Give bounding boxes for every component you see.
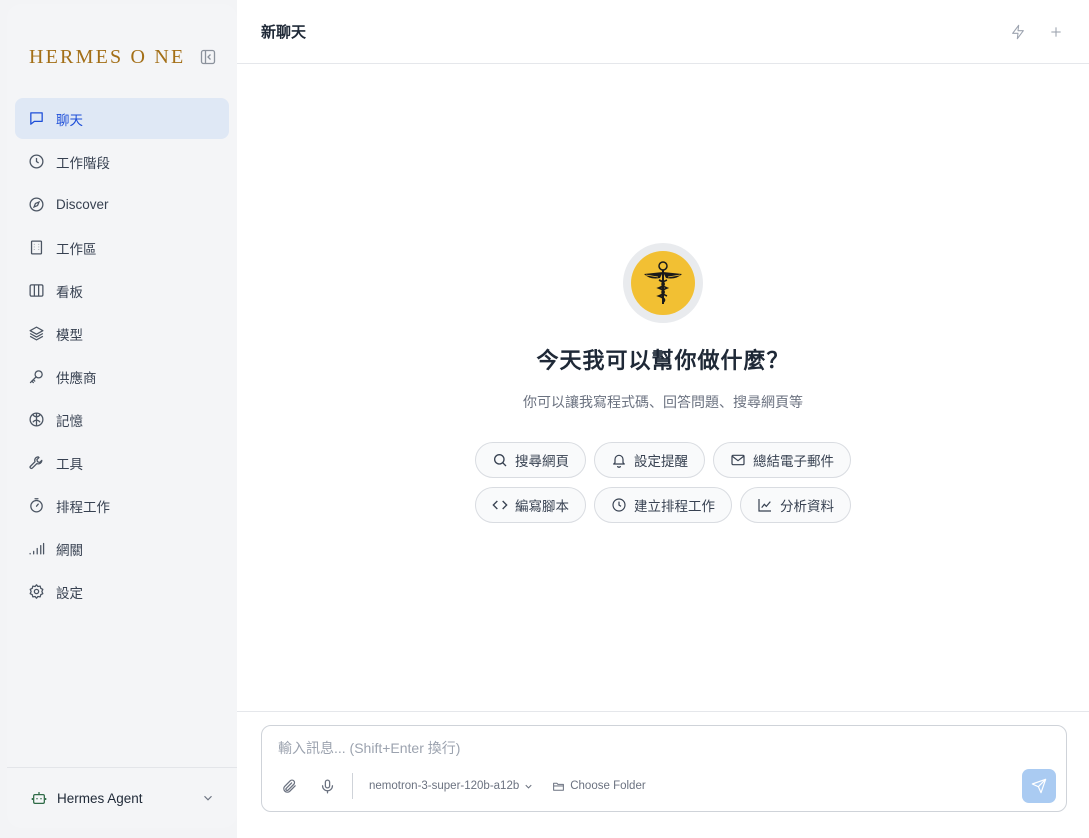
bell-icon <box>611 452 627 468</box>
clock-icon <box>611 497 627 513</box>
code-icon <box>492 497 508 513</box>
choose-folder-button[interactable]: Choose Folder <box>552 780 646 793</box>
chip-label: 分析資料 <box>780 499 834 514</box>
message-input[interactable] <box>278 740 978 756</box>
columns-icon <box>28 282 45 299</box>
sidebar-item-label: 供應商 <box>56 370 97 386</box>
composer-toolbar: nemotron-3-super-120b-a12b Choose Folder <box>280 769 1056 803</box>
caduceus-icon <box>631 251 695 315</box>
sidebar-item-label: 記憶 <box>56 413 83 429</box>
sidebar-item-board[interactable]: 看板 <box>15 270 229 311</box>
compass-icon <box>28 196 45 213</box>
sidebar-item-label: 聊天 <box>56 112 83 128</box>
chip-label: 建立排程工作 <box>634 499 715 514</box>
key-icon <box>28 368 45 385</box>
sidebar-item-gateway[interactable]: 網關 <box>15 528 229 569</box>
chip-label: 搜尋網頁 <box>515 454 569 469</box>
chip-write-script[interactable]: 編寫腳本 <box>475 487 586 523</box>
sidebar-item-settings[interactable]: 設定 <box>15 571 229 612</box>
gear-icon <box>28 583 45 600</box>
new-chat-plus-icon[interactable] <box>1047 23 1065 41</box>
send-icon <box>1031 778 1047 794</box>
clock-icon <box>28 153 45 170</box>
top-actions <box>1009 23 1065 41</box>
sidebar-item-label: 工作階段 <box>56 155 110 171</box>
send-button[interactable] <box>1022 769 1056 803</box>
chip-row: 搜尋網頁 設定提醒 總結電子郵件 <box>475 442 851 478</box>
sidebar-item-label: Discover <box>56 197 109 212</box>
brain-icon <box>28 411 45 428</box>
page-title: 新聊天 <box>261 24 307 41</box>
chip-set-reminder[interactable]: 設定提醒 <box>594 442 705 478</box>
sidebar-nav: 聊天 工作階段 Discover 工作區 看板 模型 供應商 記憶 工具 排程工… <box>7 98 237 612</box>
sidebar-item-memory[interactable]: 記憶 <box>15 399 229 440</box>
sidebar-item-scheduled-jobs[interactable]: 排程工作 <box>15 485 229 526</box>
chip-label: 設定提醒 <box>634 454 688 469</box>
main-panel: 新聊天 今天我可以幫你做什麼？ 你可以讓我寫程式碼、回答問題、搜尋網頁等 搜尋網… <box>237 0 1089 838</box>
sidebar-item-discover[interactable]: Discover <box>15 184 229 225</box>
sidebar: HERMES O NE 聊天 工作階段 Discover 工作區 看板 模型 供… <box>7 4 237 828</box>
sidebar-item-tools[interactable]: 工具 <box>15 442 229 483</box>
chevron-down-icon <box>201 791 215 805</box>
folder-icon <box>553 782 565 791</box>
sidebar-item-models[interactable]: 模型 <box>15 313 229 354</box>
suggestion-chips: 搜尋網頁 設定提醒 總結電子郵件 編寫腳本 建立排程工作 分析資料 <box>475 442 851 523</box>
folder-label: Choose Folder <box>570 780 646 792</box>
hermes-logo <box>623 243 703 323</box>
sidebar-item-chat[interactable]: 聊天 <box>15 98 229 139</box>
sidebar-item-label: 模型 <box>56 327 83 343</box>
model-selector[interactable]: nemotron-3-super-120b-a12b <box>369 780 534 792</box>
chip-summarize-email[interactable]: 總結電子郵件 <box>713 442 851 478</box>
chip-label: 編寫腳本 <box>515 499 569 514</box>
sidebar-item-sessions[interactable]: 工作階段 <box>15 141 229 182</box>
welcome-subline: 你可以讓我寫程式碼、回答問題、搜尋網頁等 <box>523 394 803 410</box>
microphone-icon[interactable] <box>318 777 336 795</box>
chat-icon <box>28 110 45 127</box>
paperclip-icon[interactable] <box>280 777 298 795</box>
mail-icon <box>730 452 746 468</box>
sidebar-item-label: 工具 <box>56 456 83 472</box>
toolbar-divider <box>352 773 353 799</box>
welcome-panel: 今天我可以幫你做什麼？ 你可以讓我寫程式碼、回答問題、搜尋網頁等 搜尋網頁 設定… <box>237 243 1089 523</box>
agent-selector[interactable]: Hermes Agent <box>7 767 237 828</box>
chip-search-web[interactable]: 搜尋網頁 <box>475 442 586 478</box>
welcome-headline: 今天我可以幫你做什麼？ <box>536 348 790 373</box>
wrench-icon <box>28 454 45 471</box>
building-icon <box>28 239 45 256</box>
sidebar-item-label: 設定 <box>56 585 83 601</box>
chevron-down-icon <box>525 784 532 789</box>
sidebar-item-label: 網關 <box>56 542 83 558</box>
signal-icon <box>28 540 45 557</box>
lightning-icon[interactable] <box>1009 23 1027 41</box>
sidebar-item-label: 排程工作 <box>56 499 110 515</box>
search-icon <box>492 452 508 468</box>
chip-create-scheduled-job[interactable]: 建立排程工作 <box>594 487 732 523</box>
model-name: nemotron-3-super-120b-a12b <box>369 780 520 792</box>
timer-icon <box>28 497 45 514</box>
topbar: 新聊天 <box>237 0 1089 64</box>
agent-name: Hermes Agent <box>57 790 143 806</box>
chip-row: 編寫腳本 建立排程工作 分析資料 <box>475 487 851 523</box>
brand-logo: HERMES O NE <box>29 45 186 68</box>
sidebar-item-providers[interactable]: 供應商 <box>15 356 229 397</box>
composer: nemotron-3-super-120b-a12b Choose Folder <box>261 725 1067 812</box>
chart-icon <box>757 497 773 513</box>
composer-area: nemotron-3-super-120b-a12b Choose Folder <box>237 711 1089 838</box>
chip-label: 總結電子郵件 <box>753 454 834 469</box>
chip-analyze-data[interactable]: 分析資料 <box>740 487 851 523</box>
collapse-sidebar-icon[interactable] <box>199 48 217 66</box>
sidebar-item-label: 工作區 <box>56 241 97 257</box>
sidebar-item-label: 看板 <box>56 284 83 300</box>
sidebar-item-workspace[interactable]: 工作區 <box>15 227 229 268</box>
layers-icon <box>28 325 45 342</box>
brand-row: HERMES O NE <box>7 4 237 98</box>
bot-icon <box>31 790 47 806</box>
